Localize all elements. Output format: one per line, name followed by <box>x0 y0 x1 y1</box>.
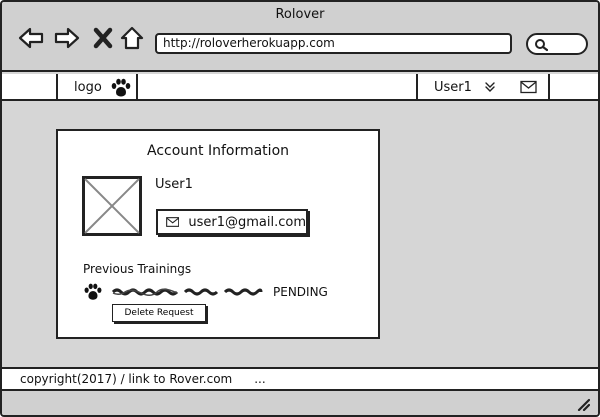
browser-chrome: Rolover http://roloverherokuapp.com <box>2 2 598 72</box>
chevron-double-down-icon[interactable] <box>484 81 496 93</box>
close-icon <box>93 27 113 49</box>
address-bar[interactable]: http://roloverherokuapp.com <box>155 33 512 54</box>
logo[interactable]: logo <box>56 74 138 101</box>
mail-icon <box>166 217 180 227</box>
arrow-left-icon <box>18 27 44 49</box>
image-placeholder-icon <box>82 176 142 236</box>
training-item: PENDING <box>83 282 328 302</box>
window-title: Rolover <box>275 7 325 22</box>
status-badge: PENDING <box>273 285 328 299</box>
account-card: Account Information User1 user1@gmail.co… <box>56 129 380 339</box>
search-button[interactable] <box>526 33 588 55</box>
delete-request-button[interactable]: Delete Request <box>112 304 206 322</box>
logo-label: logo <box>74 80 102 95</box>
stop-button[interactable] <box>89 24 117 52</box>
previous-trainings-label: Previous Trainings <box>83 262 192 276</box>
footer-copyright-link[interactable]: copyright(2017) / link to Rover.com <box>20 372 232 386</box>
footer: copyright(2017) / link to Rover.com ... <box>2 367 598 391</box>
home-icon <box>120 26 144 50</box>
paw-icon <box>84 283 102 300</box>
home-button[interactable] <box>118 24 146 52</box>
back-button[interactable] <box>17 24 45 52</box>
redacted-text-scribble <box>111 288 263 296</box>
email-value: user1@gmail.com <box>188 214 306 230</box>
user-menu-label[interactable]: User1 <box>434 80 472 95</box>
search-icon <box>535 39 548 52</box>
user-menu: User1 <box>416 74 550 101</box>
browser-window: Rolover http://roloverherokuapp.com logo… <box>0 0 600 417</box>
paw-icon <box>111 78 131 96</box>
resize-grip-icon[interactable] <box>576 397 590 411</box>
forward-button[interactable] <box>53 24 81 52</box>
email-field[interactable]: user1@gmail.com <box>156 209 308 235</box>
account-title: Account Information <box>146 143 290 159</box>
app-header: logo User1 <box>2 74 598 101</box>
status-bar <box>2 391 598 415</box>
mail-icon[interactable] <box>520 80 537 94</box>
footer-more: ... <box>254 372 266 386</box>
arrow-right-icon <box>54 27 80 49</box>
account-username: User1 <box>155 177 193 192</box>
